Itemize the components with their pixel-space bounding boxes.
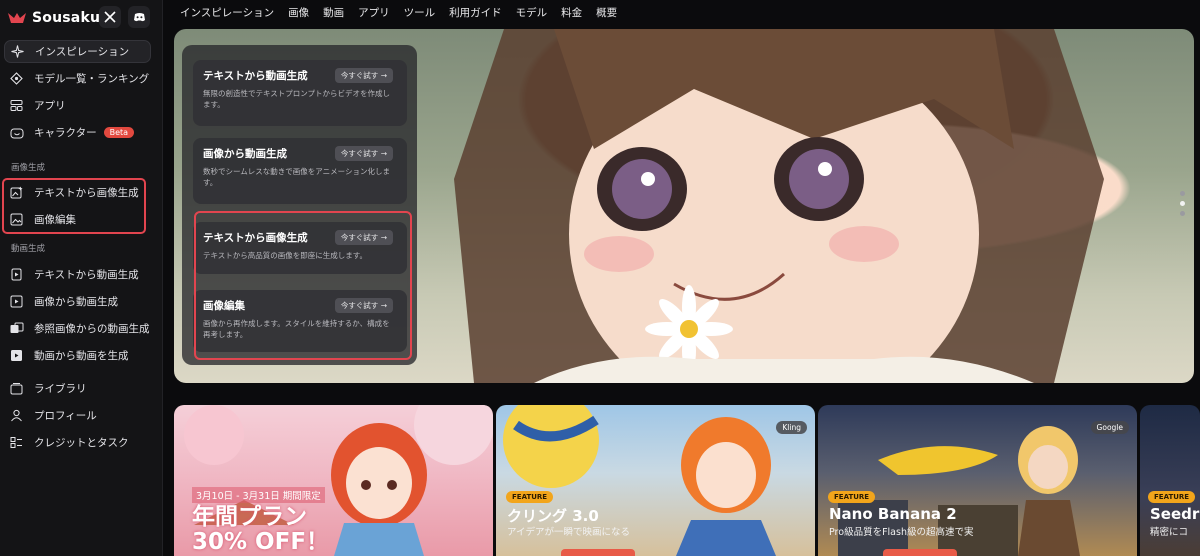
- video-to-video-icon: [9, 348, 24, 363]
- sidebar-item-label: クレジットとタスク: [34, 437, 129, 449]
- brand-name: Sousaku: [32, 10, 101, 26]
- carousel-dot-active[interactable]: [1180, 201, 1185, 206]
- sidebar-item-label: 参照画像からの動画生成: [34, 323, 150, 335]
- apps-icon: [9, 98, 24, 113]
- sidebar-item-library[interactable]: ライブラリ: [4, 377, 151, 400]
- credits-icon: [9, 435, 24, 450]
- sidebar-item-label: キャラクター: [34, 127, 97, 139]
- try-now-button[interactable]: 今すぐ試す →: [334, 146, 393, 161]
- section-label-image: 画像生成: [11, 163, 46, 173]
- sidebar-item-inspiration[interactable]: インスピレーション: [4, 40, 151, 63]
- promo-tile[interactable]: 3月10日 - 3月31日 期間限定 年間プラン 30% OFF！: [174, 405, 493, 556]
- carousel-dot[interactable]: [1180, 191, 1185, 196]
- top-nav: インスピレーション 画像 動画 アプリ ツール 利用ガイド モデル 料金 概要: [180, 4, 631, 20]
- hero-card-image-to-video[interactable]: 画像から動画生成 今すぐ試す → 数秒でシームレスな動きで画像をアニメーション化…: [193, 138, 407, 204]
- sidebar: Sousaku インスピレーション モデル一覧・ランキング アプリ キャラクター…: [0, 0, 163, 556]
- sidebar-item-text-to-video[interactable]: テキストから動画生成: [4, 263, 151, 286]
- x-link-button[interactable]: [99, 6, 121, 28]
- kling-tile[interactable]: Kling FEATURE クリング 3.0 アイデアが一瞬で映画になる: [496, 405, 815, 556]
- discord-icon: [133, 13, 145, 22]
- top-nav-models[interactable]: モデル: [516, 5, 548, 20]
- hero-card-desc: 数秒でシームレスな動きで画像をアニメーション化します。: [203, 167, 390, 187]
- character-icon: [9, 125, 24, 140]
- sidebar-item-label: テキストから動画生成: [34, 269, 139, 281]
- promo-headline: 年間プラン 30% OFF！: [192, 504, 330, 556]
- tile-title: Seedr: [1150, 505, 1200, 523]
- top-nav-inspiration[interactable]: インスピレーション: [180, 5, 274, 20]
- x-icon: [104, 11, 116, 23]
- sidebar-item-label: アプリ: [34, 100, 66, 112]
- feature-badge: FEATURE: [1148, 491, 1196, 503]
- highlight-image-generation: [2, 178, 146, 234]
- profile-icon: [9, 408, 24, 423]
- sidebar-item-label: プロフィール: [34, 410, 97, 422]
- text-to-video-icon: [9, 267, 24, 282]
- feature-badge: FEATURE: [828, 491, 876, 503]
- image-to-video-icon: [9, 294, 24, 309]
- feature-badge: FEATURE: [506, 491, 554, 503]
- try-now-button[interactable]: 今すぐ試す →: [334, 68, 393, 83]
- sidebar-item-label: ライブラリ: [34, 383, 87, 395]
- arrow-right-icon: →: [380, 71, 387, 80]
- promo-headline-line1: 年間プラン: [192, 504, 307, 530]
- top-nav-images[interactable]: 画像: [288, 5, 309, 20]
- sidebar-item-profile[interactable]: プロフィール: [4, 404, 151, 427]
- hero-card-desc: 無限の創造性でテキストプロンプトからビデオを作成します。: [203, 89, 391, 109]
- tile-subtitle: 精密にコ: [1150, 527, 1189, 538]
- tile-cta-button[interactable]: [883, 549, 957, 556]
- google-tag: Google: [1090, 421, 1129, 434]
- top-nav-about[interactable]: 概要: [596, 5, 617, 20]
- top-nav-apps[interactable]: アプリ: [358, 5, 390, 20]
- carousel-dot[interactable]: [1180, 211, 1185, 216]
- sidebar-item-label: 画像から動画生成: [34, 296, 118, 308]
- discord-link-button[interactable]: [128, 6, 150, 28]
- hero-card-text-to-video[interactable]: テキストから動画生成 今すぐ試す → 無限の創造性でテキストプロンプトからビデオ…: [193, 60, 407, 126]
- sidebar-item-label: モデル一覧・ランキング: [34, 73, 150, 85]
- promo-date: 3月10日 - 3月31日 期間限定: [192, 487, 325, 503]
- sidebar-item-label: インスピレーション: [35, 46, 130, 58]
- arrow-right-icon: →: [380, 149, 387, 158]
- sidebar-item-reference-video[interactable]: 参照画像からの動画生成: [4, 317, 151, 340]
- beta-badge: Beta: [103, 127, 135, 138]
- models-icon: [9, 71, 24, 86]
- try-now-label: 今すぐ試す: [340, 71, 379, 80]
- top-nav-videos[interactable]: 動画: [323, 5, 344, 20]
- reference-video-icon: [9, 321, 24, 336]
- library-icon: [9, 381, 24, 396]
- tile-title: Nano Banana 2: [829, 505, 957, 523]
- sidebar-item-character[interactable]: キャラクター Beta: [4, 121, 151, 144]
- sousaku-logo-icon: [8, 13, 26, 23]
- promo-headline-line2: 30% OFF！: [192, 529, 330, 556]
- tile-subtitle: Pro級品質をFlash級の超高速で実: [829, 527, 974, 538]
- nano-banana-tile[interactable]: Google FEATURE Nano Banana 2 Pro級品質をFlas…: [818, 405, 1137, 556]
- top-nav-tools[interactable]: ツール: [404, 5, 436, 20]
- sidebar-item-credits[interactable]: クレジットとタスク: [4, 431, 151, 454]
- section-label-video: 動画生成: [11, 244, 46, 254]
- brand[interactable]: Sousaku: [7, 6, 100, 30]
- top-nav-pricing[interactable]: 料金: [561, 5, 582, 20]
- highlight-image-cards: [194, 211, 412, 360]
- carousel-dots: [1180, 191, 1188, 221]
- sidebar-item-apps[interactable]: アプリ: [4, 94, 151, 117]
- sidebar-item-models[interactable]: モデル一覧・ランキング: [4, 67, 151, 90]
- seedream-tile[interactable]: FEATURE Seedr 精密にコ: [1140, 405, 1200, 556]
- sidebar-item-label: 動画から動画を生成: [34, 350, 129, 362]
- tile-cta-button[interactable]: [561, 549, 635, 556]
- tile-subtitle: アイデアが一瞬で映画になる: [507, 527, 631, 538]
- kling-tag: Kling: [776, 421, 807, 434]
- top-nav-guide[interactable]: 利用ガイド: [449, 5, 502, 20]
- sidebar-item-video-to-video[interactable]: 動画から動画を生成: [4, 344, 151, 367]
- try-now-label: 今すぐ試す: [340, 149, 379, 158]
- sparkle-icon: [10, 44, 25, 59]
- sidebar-item-image-to-video[interactable]: 画像から動画生成: [4, 290, 151, 313]
- tile-title: クリング 3.0: [507, 507, 599, 525]
